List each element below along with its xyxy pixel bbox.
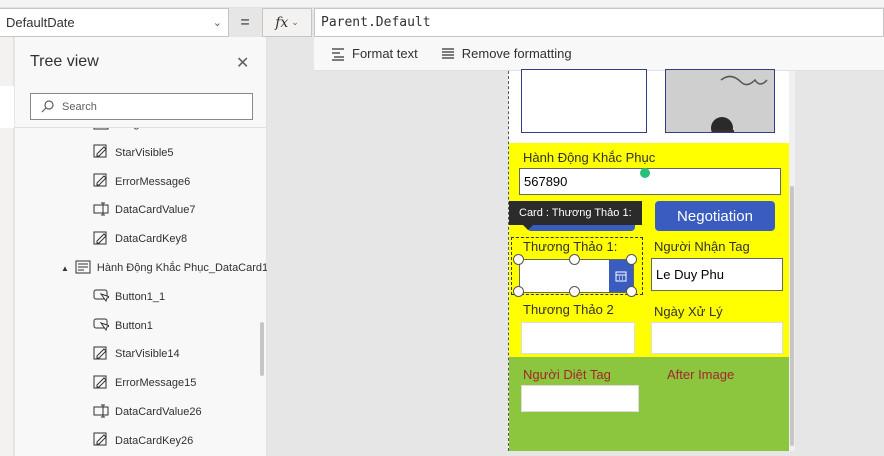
top-strip [0, 0, 884, 8]
tree-item[interactable]: DataCardValue7 [93, 199, 196, 221]
app-screen: Hành Động Khắc Phục 567890 Negotiation T… [508, 69, 795, 451]
tree-search-placeholder: Search [62, 100, 97, 113]
card-tooltip: Card : Thương Thảo 1: [509, 201, 642, 230]
fx-button[interactable]: fx ⌄ [262, 8, 312, 37]
tree-item-label: ErrorMessage15 [115, 377, 197, 390]
resize-handle[interactable] [513, 286, 524, 297]
format-text-button[interactable]: Format text [330, 46, 418, 61]
remove-formatting-label: Remove formatting [461, 46, 572, 61]
tree-item-label: StarVisible14 [115, 348, 180, 361]
image-placeholder[interactable] [521, 69, 647, 133]
resize-handle[interactable] [569, 286, 580, 297]
property-dropdown[interactable]: DefaultDate ⌄ [0, 8, 229, 37]
tree-view-title: Tree view [30, 53, 99, 70]
edit-icon [93, 375, 109, 392]
close-icon[interactable]: ✕ [236, 53, 249, 73]
resize-handle[interactable] [513, 254, 524, 265]
remove-formatting-button[interactable]: Remove formatting [440, 46, 572, 61]
tree-item[interactable]: Button1 [93, 315, 153, 337]
edit-icon [93, 173, 109, 190]
resize-handle[interactable] [626, 286, 637, 297]
tree-item[interactable]: StarVisible14 [93, 343, 180, 365]
tree-item-label: Image5 [115, 128, 152, 130]
rail-selected-item[interactable] [0, 86, 14, 128]
resize-handle[interactable] [626, 254, 637, 265]
formula-input[interactable]: Parent.Default [314, 8, 884, 37]
tree-item[interactable]: Image5 [93, 128, 152, 135]
tree-list: Image5 StarVisible5 ErrorMessage6 DataCardV… [15, 128, 267, 456]
equals-sign: = [240, 13, 250, 31]
ngay-xu-ly-label: Ngày Xử Lý [654, 304, 723, 319]
edit-icon [93, 231, 109, 248]
tree-item-label: Hành Động Khắc Phục_DataCard1 [96, 262, 267, 274]
image-icon [93, 128, 109, 133]
hanh-dong-label: Hành Động Khắc Phục [523, 150, 656, 165]
status-dot-icon [640, 168, 650, 178]
thuong-thao2-label: Thương Thảo 2 [523, 302, 614, 317]
button-icon [93, 317, 109, 334]
collapse-triangle-icon[interactable]: ▲ [61, 264, 69, 273]
tree-item[interactable]: ErrorMessage15 [93, 372, 196, 394]
edit-icon [93, 432, 109, 449]
tree-item-label: StarVisible5 [115, 146, 174, 159]
thuong-thao2-input[interactable] [521, 322, 635, 354]
photo-image[interactable] [665, 69, 775, 133]
fx-icon: fx [275, 14, 289, 31]
property-dropdown-value: DefaultDate [6, 15, 75, 30]
screen-scrollbar-thumb[interactable] [790, 186, 794, 446]
format-text-label: Format text [352, 46, 418, 61]
negotiation-button[interactable]: Negotiation [655, 201, 775, 231]
edit-icon [93, 144, 109, 161]
tree-item[interactable]: ErrorMessage6 [93, 171, 190, 193]
button-icon [93, 288, 109, 305]
tree-item[interactable]: DataCardKey26 [93, 430, 193, 452]
chevron-down-icon: ⌄ [291, 17, 299, 28]
design-canvas: Hành Động Khắc Phục 567890 Negotiation T… [268, 69, 884, 456]
tree-item-label: DataCardKey8 [115, 233, 188, 246]
after-image-label: After Image [667, 367, 735, 382]
textinput-icon [93, 404, 109, 421]
photo-icon [666, 70, 774, 132]
tree-item-label: ErrorMessage6 [115, 175, 191, 188]
tree-item[interactable]: Button1_1 [93, 286, 165, 308]
tree-item[interactable]: StarVisible5 [93, 142, 174, 164]
nguoi-nhan-tag-input[interactable]: Le Duy Phu [651, 258, 783, 291]
tree-item-label: Button1 [115, 319, 153, 332]
nguoi-diet-tag-input[interactable] [521, 385, 639, 412]
search-icon [41, 100, 54, 113]
card-icon [75, 260, 91, 277]
hanh-dong-input[interactable]: 567890 [519, 168, 781, 195]
tree-item-label: Button1_1 [115, 290, 166, 303]
ngay-xu-ly-input[interactable] [651, 322, 783, 354]
format-toolbar: Format text Remove formatting [314, 37, 884, 71]
tree-item[interactable]: ▲ Hành Động Khắc Phục_DataCard1 [61, 257, 267, 279]
nguoi-diet-tag-label: Người Diệt Tag [523, 367, 611, 382]
edit-icon [93, 346, 109, 363]
tree-item[interactable]: DataCardKey8 [93, 228, 187, 250]
tree-item[interactable]: DataCardValue26 [93, 401, 202, 423]
tree-scrollbar[interactable] [260, 322, 264, 376]
chevron-down-icon: ⌄ [212, 17, 222, 29]
tree-item-label: DataCardKey26 [115, 434, 194, 447]
format-text-icon [332, 47, 344, 61]
nguoi-nhan-tag-label: Người Nhận Tag [654, 239, 750, 254]
tree-item-label: DataCardValue7 [115, 204, 196, 217]
textinput-icon [93, 202, 109, 219]
tree-view-panel: Tree view ✕ Search Image5 StarVisible5 Err… [15, 37, 267, 456]
tree-item-label: DataCardValue26 [115, 406, 202, 418]
tree-search-input[interactable]: Search [30, 93, 253, 120]
resize-handle[interactable] [569, 254, 580, 265]
remove-formatting-icon [441, 47, 454, 59]
